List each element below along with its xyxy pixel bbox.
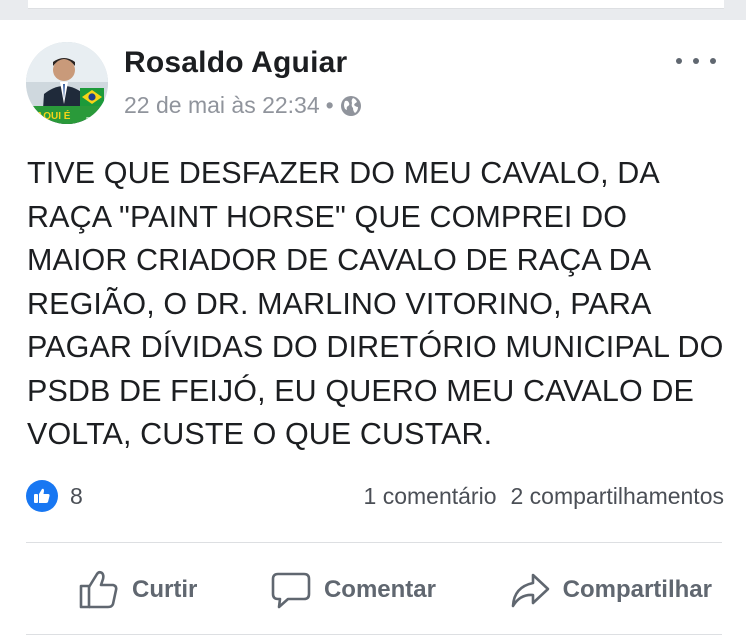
action-bar: Curtir Comentar Compartilhar <box>26 546 722 634</box>
reaction-summary[interactable]: 8 <box>26 480 83 512</box>
engagement-counts: 1 comentário 2 compartilhamentos <box>364 483 724 510</box>
avatar-text-2: BR <box>86 117 96 124</box>
avatar-image: AQUI É BR <box>26 42 108 124</box>
divider <box>26 542 722 543</box>
comment-button[interactable]: Comentar <box>270 570 436 610</box>
share-icon <box>511 573 549 608</box>
globe-icon[interactable] <box>340 95 362 117</box>
share-count[interactable]: 2 compartilhamentos <box>511 483 725 510</box>
post-timestamp[interactable]: 22 de mai às 22:34 <box>124 92 320 119</box>
post-card: AQUI É BR Rosaldo Aguiar 22 de mai às 22… <box>0 20 746 638</box>
comment-icon <box>271 572 311 609</box>
previous-post-card <box>28 0 724 9</box>
like-count: 8 <box>70 482 83 509</box>
avatar[interactable]: AQUI É BR <box>26 42 108 124</box>
like-label: Curtir <box>132 576 198 603</box>
post-meta: 22 de mai às 22:34 • <box>124 92 362 119</box>
more-options-icon[interactable] <box>676 54 716 68</box>
thumbs-up-icon <box>79 570 118 609</box>
share-label: Compartilhar <box>562 576 712 603</box>
comment-count[interactable]: 1 comentário <box>364 483 497 510</box>
like-button[interactable]: Curtir <box>78 570 197 610</box>
author-name[interactable]: Rosaldo Aguiar <box>124 46 347 80</box>
comment-label: Comentar <box>323 576 436 603</box>
bottom-divider <box>26 634 722 635</box>
like-reaction-icon <box>26 480 58 512</box>
share-button[interactable]: Compartilhar <box>509 570 712 610</box>
avatar-text-1: AQUI É <box>36 109 71 122</box>
post-text: TIVE QUE DESFAZER DO MEU CAVALO, DA RAÇA… <box>27 156 724 451</box>
meta-separator: • <box>325 92 334 118</box>
